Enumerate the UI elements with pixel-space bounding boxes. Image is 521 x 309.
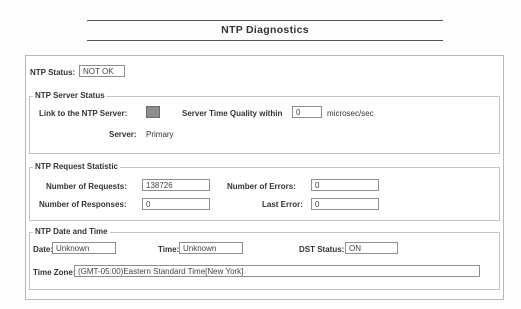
errors-field: 0 [311, 179, 379, 191]
time-quality-unit: microsec/sec [327, 109, 374, 118]
time-quality-label: Server Time Quality within [182, 109, 283, 118]
server-status-group: NTP Server Status Link to the NTP Server… [29, 91, 500, 154]
date-time-legend: NTP Date and Time [33, 227, 110, 236]
time-field: Unknown [179, 242, 243, 254]
time-quality-field: 0 [292, 106, 322, 118]
ntp-status-label: NTP Status: [30, 68, 76, 77]
timezone-field: (GMT-05:00)Eastern Standard Time[New Yor… [74, 265, 480, 277]
title-rule-top [87, 20, 443, 21]
server-label: Server: [109, 130, 137, 139]
server-status-legend: NTP Server Status [33, 91, 107, 100]
date-label: Date: [33, 245, 54, 254]
request-statistic-group: NTP Request Statistic Number of Requests… [29, 162, 500, 221]
requests-label: Number of Requests: [46, 182, 127, 191]
timezone-label: Time Zone: [33, 268, 76, 277]
link-to-server-label: Link to the NTP Server: [39, 109, 128, 118]
errors-label: Number of Errors: [227, 182, 296, 191]
server-value: Primary [146, 130, 174, 139]
last-error-label: Last Error: [262, 200, 303, 209]
link-status-indicator [146, 106, 160, 118]
dst-status-field: ON [345, 242, 398, 254]
date-time-group: NTP Date and Time Date: Unknown Time: Un… [29, 227, 500, 290]
diagnostics-panel: NTP Status: NOT OK NTP Server Status Lin… [25, 55, 504, 300]
responses-label: Number of Responses: [39, 200, 127, 209]
page-title: NTP Diagnostics [221, 24, 309, 36]
date-field: Unknown [52, 242, 116, 254]
title-rule-bottom [87, 40, 443, 41]
page-header: NTP Diagnostics [87, 20, 443, 41]
request-statistic-legend: NTP Request Statistic [33, 162, 120, 171]
dst-status-label: DST Status: [299, 245, 345, 254]
ntp-status-field: NOT OK [79, 65, 125, 77]
requests-field: 138726 [142, 179, 210, 191]
last-error-field: 0 [311, 198, 379, 210]
responses-field: 0 [142, 198, 210, 210]
time-label: Time: [158, 245, 180, 254]
